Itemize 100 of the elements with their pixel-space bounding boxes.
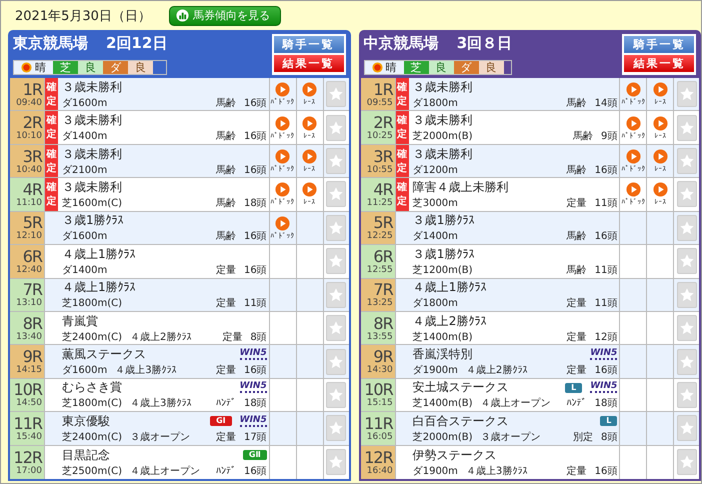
class-text: ４歳上2勝ｸﾗｽ (466, 364, 528, 378)
favorite-button[interactable] (326, 415, 346, 442)
race-name[interactable]: 安土城ステークス (412, 379, 558, 396)
race-name[interactable]: 障害４歳上未勝利 (412, 178, 618, 196)
race-name[interactable]: 目黒記念 (62, 446, 235, 464)
race-number: 1R (22, 80, 42, 98)
class-text: ４歳上3勝ｸﾗｽ (466, 464, 528, 478)
post-time: 10:10 (16, 131, 42, 142)
weight-rule: 馬齢 (216, 130, 236, 144)
course-text: 芝1400m(B) (412, 396, 473, 410)
course-text: 芝3000m (412, 196, 458, 210)
post-time: 13:25 (366, 298, 393, 308)
race-name[interactable]: ３歳未勝利 (412, 146, 618, 163)
post-time: 12:25 (366, 231, 393, 242)
favorite-button[interactable] (676, 315, 697, 342)
post-time: 11:10 (16, 198, 42, 208)
race-name[interactable]: ３歳未勝利 (412, 112, 618, 130)
results-button[interactable]: 結果一覧 (274, 55, 344, 72)
favorite-button[interactable] (326, 81, 346, 108)
race-name[interactable]: ３歳未勝利 (62, 112, 267, 130)
race-name[interactable]: むらさき賞 (62, 379, 232, 396)
race-name[interactable]: ４歳上1勝ｸﾗｽ (62, 246, 267, 263)
star-icon (678, 153, 695, 170)
star-icon (678, 420, 695, 436)
turf-condition: 良 (428, 61, 454, 74)
favorite-button[interactable] (676, 248, 697, 274)
win5-logo: WIN5 (240, 416, 267, 427)
sun-icon (21, 62, 32, 73)
race-name[interactable]: 薫風ステークス (62, 346, 232, 364)
race-name[interactable]: 東京優駿 (62, 412, 202, 430)
favorite-button[interactable] (326, 382, 346, 408)
confirmed-label: 確定 (45, 178, 58, 211)
race-name[interactable]: 白百合ステークス (412, 412, 592, 430)
weight-rule: 定量 (222, 330, 242, 344)
play-icon (626, 116, 641, 131)
favorite-button[interactable] (676, 114, 697, 141)
favorite-button[interactable] (326, 114, 346, 141)
play-icon (652, 82, 668, 98)
race-name[interactable]: ３歳1勝ｸﾗｽ (412, 246, 618, 263)
course-text: 芝1800m(C) (62, 396, 122, 410)
race-name[interactable]: ３歳未勝利 (62, 146, 267, 163)
runner-count: 18頭 (594, 397, 618, 410)
race-name[interactable]: ３歳1勝ｸﾗｽ (62, 212, 267, 230)
runner-count: 9頭 (600, 130, 618, 144)
weather-text: 晴 (386, 60, 397, 75)
favorite-button[interactable] (676, 214, 697, 241)
runner-count: 18頭 (244, 397, 267, 410)
favorite-button[interactable] (676, 282, 697, 308)
favorite-button[interactable] (676, 181, 697, 208)
favorite-button[interactable] (676, 348, 697, 375)
play-icon (275, 82, 290, 98)
race-name[interactable]: ４歳上1勝ｸﾗｽ (62, 279, 267, 296)
play-icon (275, 182, 290, 198)
race-number: 4R (22, 180, 42, 198)
favorite-button[interactable] (326, 148, 346, 174)
favorite-button[interactable] (326, 214, 346, 241)
race-name[interactable]: 香嵐渓特別 (412, 346, 582, 364)
play-icon (302, 182, 318, 198)
favorite-button[interactable] (326, 248, 346, 274)
post-time: 10:25 (366, 131, 393, 142)
class-text: ３歳オープン (130, 430, 190, 444)
runner-count: 18頭 (244, 196, 267, 210)
runner-count: 16頭 (594, 464, 618, 478)
race-name[interactable]: ３歳未勝利 (62, 78, 267, 96)
race-number: 12R (364, 448, 393, 466)
weight-rule: 馬齢 (216, 196, 236, 210)
course-text: ダ1600m (62, 96, 108, 110)
favorite-button[interactable] (676, 148, 697, 174)
favorite-button[interactable] (326, 181, 346, 208)
race-name[interactable]: ４歳上1勝ｸﾗｽ (412, 279, 618, 296)
race-number: 9R (373, 348, 393, 366)
weight-rule: ﾊﾝﾃﾞ (216, 397, 236, 410)
favorite-button[interactable] (676, 415, 697, 442)
favorite-button[interactable] (326, 449, 346, 476)
class-text: ４歳上3勝ｸﾗｽ (130, 396, 192, 410)
weight-rule: 定量 (216, 364, 236, 378)
race-number: 3R (22, 148, 42, 165)
race-number: 3R (373, 148, 393, 165)
favorite-button[interactable] (326, 348, 346, 375)
course-text: 芝1600m(C) (62, 196, 122, 210)
race-name[interactable]: 青嵐賞 (62, 312, 267, 330)
race-name[interactable]: ３歳未勝利 (62, 178, 267, 196)
race-name[interactable]: 伊勢ステークス (412, 446, 618, 464)
course-text: 芝2400m(C) (62, 430, 122, 444)
favorite-button[interactable] (676, 449, 697, 476)
star-icon (328, 286, 344, 303)
favorite-button[interactable] (676, 81, 697, 108)
favorite-button[interactable] (326, 282, 346, 308)
play-icon (626, 182, 641, 198)
grade-badge: L (600, 416, 618, 426)
favorite-button[interactable] (676, 382, 697, 408)
win5-logo: WIN5 (240, 382, 267, 394)
race-name[interactable]: ３歳未勝利 (412, 78, 618, 96)
star-icon (678, 120, 695, 136)
star-icon (328, 386, 344, 403)
favorite-button[interactable] (326, 315, 346, 342)
star-icon (678, 454, 695, 470)
race-name[interactable]: ４歳上2勝ｸﾗｽ (412, 312, 618, 330)
results-button[interactable]: 結果一覧 (624, 55, 694, 72)
race-name[interactable]: ３歳1勝ｸﾗｽ (412, 212, 618, 230)
